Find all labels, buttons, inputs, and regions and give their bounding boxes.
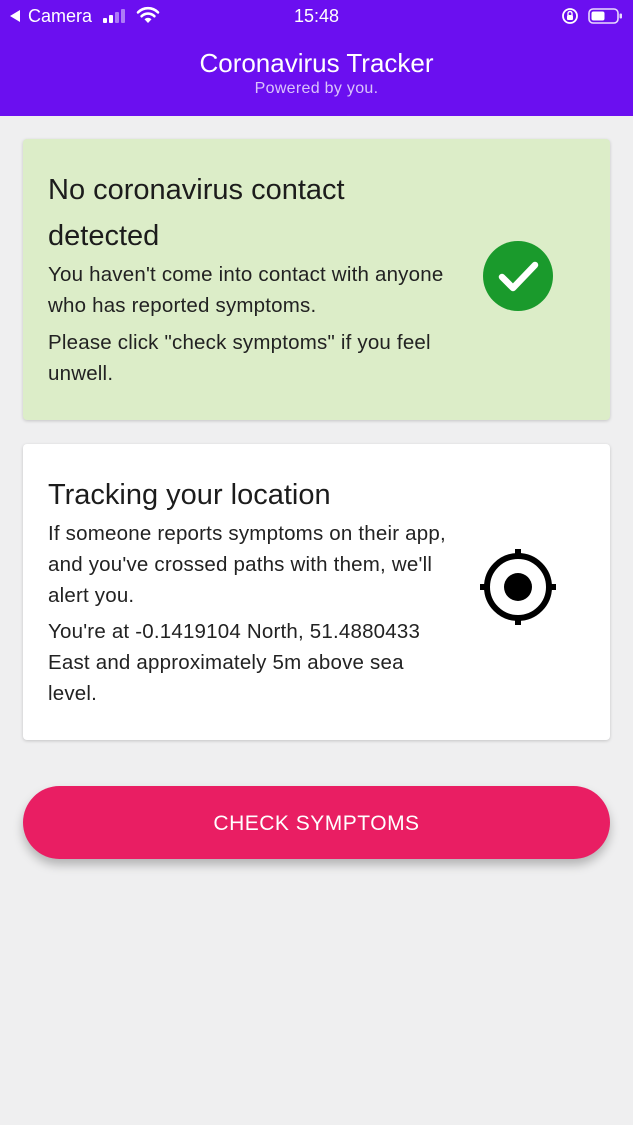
contact-status-title: No coronavirus contact detected [48, 174, 345, 252]
location-coordinates: You're at -0.1419104 North, 51.4880433 E… [48, 620, 421, 705]
rotation-lock-icon [562, 8, 578, 24]
app-subtitle: Powered by you. [254, 80, 379, 97]
battery-icon [588, 8, 622, 24]
contact-status-advice: Please click "check symptoms" if you fee… [48, 331, 431, 385]
location-tracking-description: If someone reports symptoms on their app… [48, 522, 446, 607]
check-circle-icon [483, 241, 553, 311]
contact-status-description: You haven't come into contact with anyon… [48, 263, 444, 317]
check-symptoms-button[interactable]: CHECK SYMPTOMS [23, 786, 610, 859]
location-tracking-title: Tracking your location [48, 479, 331, 511]
contact-status-card: No coronavirus contact detected You have… [23, 139, 610, 420]
location-tracking-card: Tracking your location If someone report… [23, 444, 610, 740]
gps-target-icon [480, 549, 556, 625]
app-title: Coronavirus Tracker [199, 48, 434, 78]
status-time: 15:48 [293, 6, 340, 26]
app-header: Camera 15:48 Coronavirus Tracker Powered… [0, 0, 633, 116]
